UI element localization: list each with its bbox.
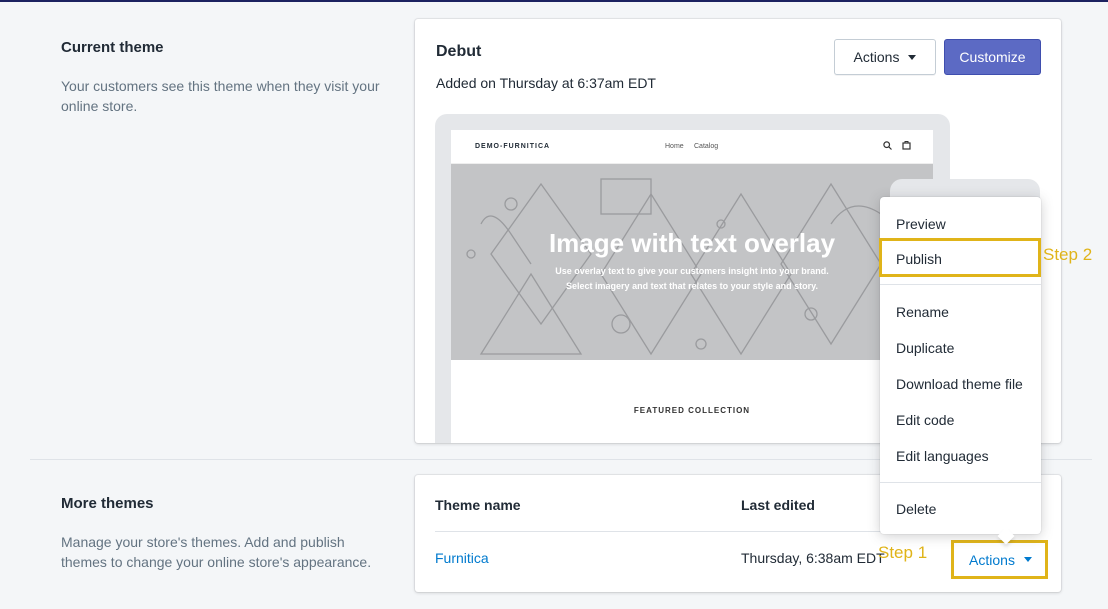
theme-added-date: Added on Thursday at 6:37am EDT (436, 75, 656, 91)
theme-preview-desktop[interactable]: DEMO-FURNITICA Home Catalog Image with t… (435, 114, 950, 443)
top-border (0, 0, 1108, 2)
step1-label: Step 1 (878, 543, 928, 562)
preview-hero-subtitle-2: Select imagery and text that relates to … (566, 281, 818, 291)
current-theme-actions-button[interactable]: Actions (834, 39, 936, 75)
theme-row-furnitica-link[interactable]: Furnitica (435, 550, 489, 566)
theme-row-last-edited: Thursday, 6:38am EDT (741, 550, 885, 566)
step2-label: Step 2 (1043, 245, 1093, 264)
caret-down-icon (908, 54, 917, 60)
menu-item-duplicate[interactable]: Duplicate (896, 340, 954, 356)
preview-featured-collection-title: FEATURED COLLECTION (633, 406, 751, 415)
menu-item-delete[interactable]: Delete (896, 501, 936, 517)
more-themes-heading: More themes (61, 495, 154, 512)
menu-item-edit-code[interactable]: Edit code (896, 412, 954, 428)
step1-highlight-box (951, 540, 1048, 579)
preview-site: DEMO-FURNITICA Home Catalog Image with t… (451, 130, 933, 443)
menu-item-preview[interactable]: Preview (896, 216, 946, 232)
preview-nav-home: Home (665, 143, 684, 150)
preview-hero-title: Image with text overlay (548, 228, 836, 258)
step2-highlight-box (879, 238, 1041, 277)
preview-store-name: DEMO-FURNITICA (475, 143, 551, 150)
customize-button[interactable]: Customize (944, 39, 1041, 75)
more-themes-description: Manage your store's themes. Add and publ… (61, 534, 372, 570)
menu-divider (880, 284, 1041, 285)
preview-nav-catalog: Catalog (694, 143, 719, 150)
theme-name: Debut (436, 43, 482, 60)
column-header-last-edited: Last edited (741, 497, 815, 513)
current-theme-description: Your customers see this theme when they … (61, 78, 380, 114)
menu-item-download-theme-file[interactable]: Download theme file (896, 376, 1023, 392)
cart-icon (902, 141, 911, 150)
preview-hero-subtitle-1: Use overlay text to give your customers … (555, 266, 829, 276)
current-theme-heading: Current theme (61, 39, 164, 56)
menu-item-rename[interactable]: Rename (896, 304, 949, 320)
menu-item-edit-languages[interactable]: Edit languages (896, 448, 989, 464)
actions-label: Actions (853, 49, 900, 65)
column-header-theme-name: Theme name (435, 497, 521, 513)
menu-divider (880, 482, 1041, 483)
preview-hero-image: Image with text overlay Use overlay text… (451, 164, 933, 360)
hero-line-art (466, 178, 932, 356)
search-icon (883, 141, 892, 150)
preview-site-nav: DEMO-FURNITICA Home Catalog (451, 130, 933, 164)
